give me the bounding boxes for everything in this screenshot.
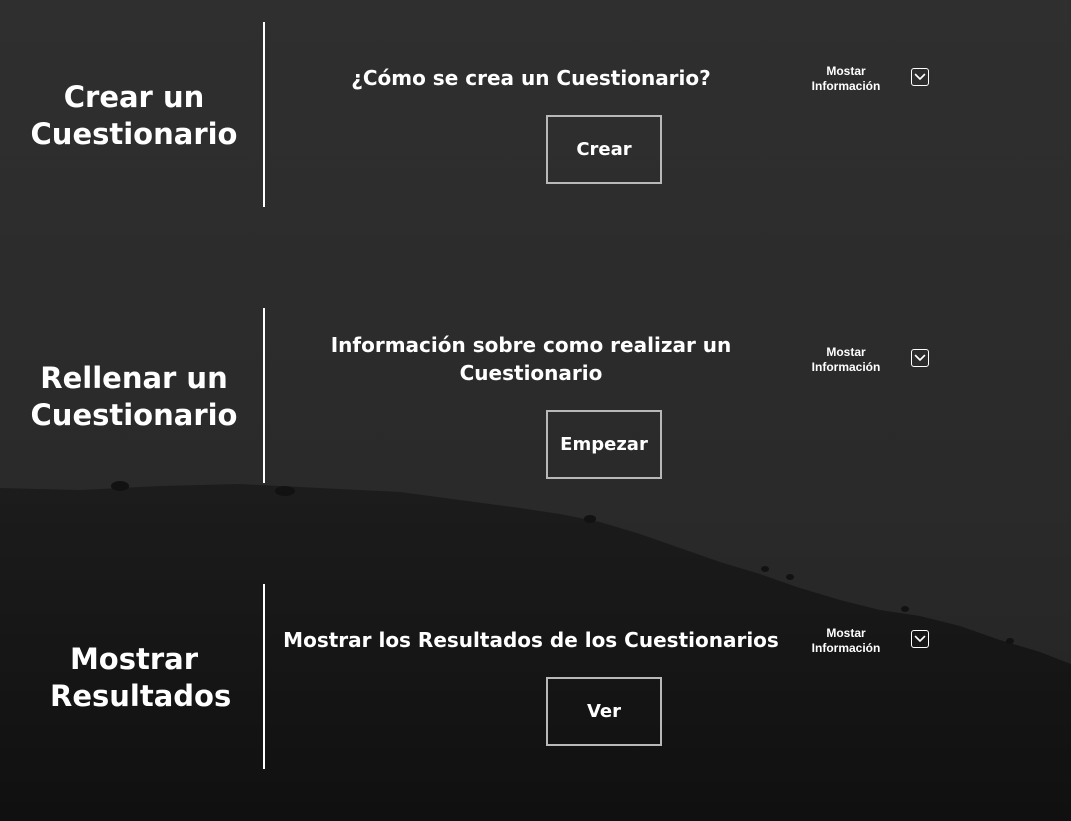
section-mostrar: Mostrar Resultados Mostrar los Resultado… xyxy=(0,0,1071,821)
show-info-label[interactable]: Mostar Información xyxy=(800,626,892,656)
section-question: Mostrar los Resultados de los Cuestionar… xyxy=(283,628,779,652)
chevron-down-icon xyxy=(914,635,926,642)
section-title: Mostrar Resultados xyxy=(50,642,232,713)
show-info-toggle[interactable] xyxy=(911,630,929,648)
ver-button[interactable]: Ver xyxy=(546,677,662,746)
section-divider xyxy=(263,584,265,769)
